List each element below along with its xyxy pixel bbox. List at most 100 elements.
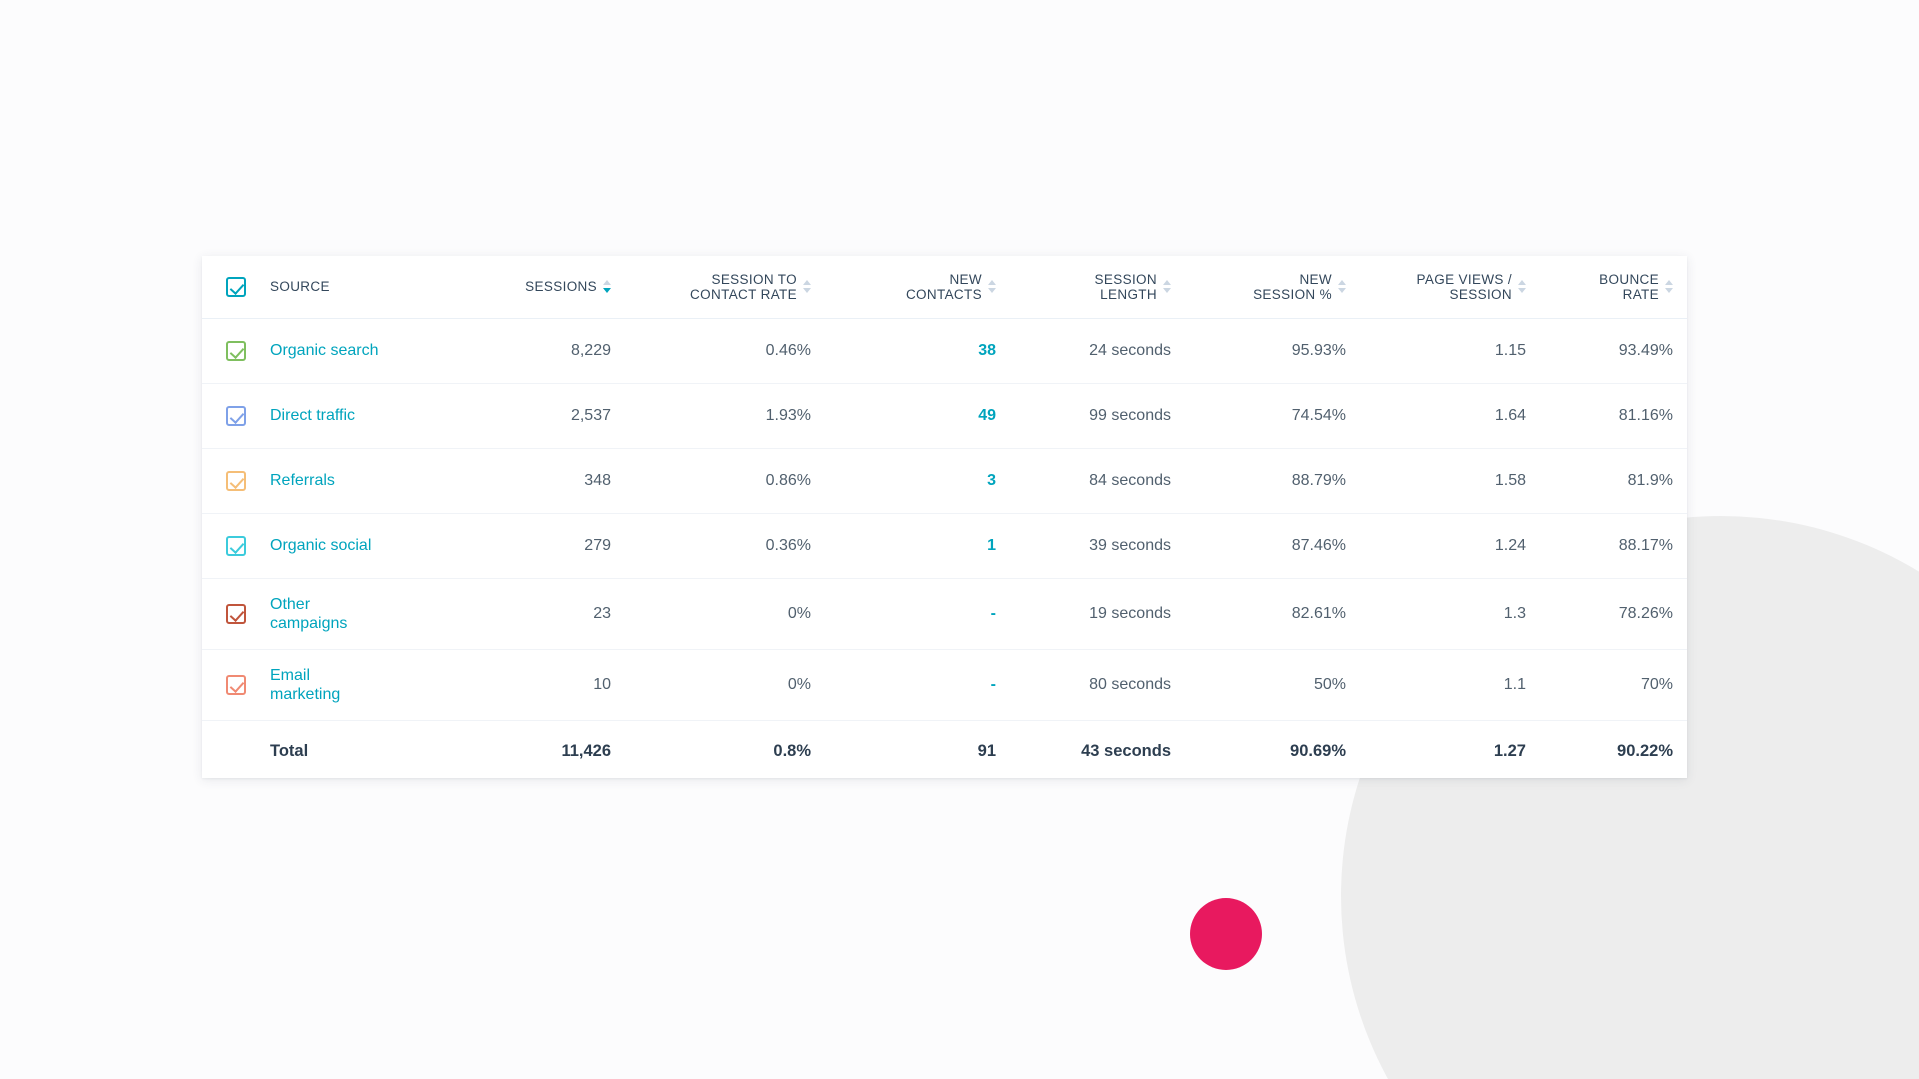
table-header: SOURCE SESSIONS SESSION TOCONTACT RATE	[202, 256, 1687, 319]
header-row: SOURCE SESSIONS SESSION TOCONTACT RATE	[202, 256, 1687, 319]
source-link[interactable]: Organic search	[270, 341, 379, 360]
row-select-cell	[202, 448, 270, 514]
column-header-new-contacts[interactable]: NEW CONTACTS	[825, 256, 1010, 319]
sort-arrows-session-length-icon[interactable]	[1163, 280, 1171, 294]
table-body: Organic search 8,229 0.46% 38 24 seconds 95.9…	[202, 318, 1687, 778]
row-select-cell	[202, 318, 270, 384]
sessions-cell: 279	[445, 513, 625, 579]
table-row[interactable]: Email marketing 10 0% -80 seconds 50% 1.1 70%	[202, 649, 1687, 721]
sort-arrows-page-views-per-session-icon[interactable]	[1518, 280, 1526, 294]
new-session-percent-cell: 50%	[1185, 649, 1360, 721]
column-header-sessions[interactable]: SESSIONS	[445, 256, 625, 319]
column-header-source[interactable]: SOURCE	[270, 256, 445, 319]
sessions-cell: 10	[445, 649, 625, 721]
table-row[interactable]: Direct traffic 2,537 1.93% 49 99 seconds 74.5…	[202, 383, 1687, 449]
column-header-source-label: SOURCE	[270, 279, 330, 295]
row-select-cell	[202, 513, 270, 579]
sort-ascending-arrow-icon	[1665, 280, 1673, 286]
source-cell: Other campaigns	[270, 578, 445, 650]
session-length-cell: 39 seconds	[1010, 513, 1185, 579]
table-row[interactable]: Organic search 8,229 0.46% 38 24 seconds 95.9…	[202, 318, 1687, 384]
sessions-cell: 23	[445, 578, 625, 650]
sort-descending-arrow-icon	[1338, 288, 1346, 294]
new-session-percent-cell: 74.54%	[1185, 383, 1360, 449]
total-session-to-contact-rate-cell: 0.8%	[773, 741, 811, 760]
total-new-contacts-cell: 91	[977, 741, 996, 760]
sort-ascending-arrow-icon	[803, 280, 811, 286]
new-session-percent-cell: 82.61%	[1185, 578, 1360, 650]
bounce-rate-cell: 81.9%	[1540, 448, 1687, 514]
new-contacts-value[interactable]: 1	[987, 537, 996, 554]
sort-descending-arrow-icon	[1665, 288, 1673, 294]
row-select-checkbox[interactable]	[226, 674, 246, 695]
column-header-session-to-contact-rate[interactable]: SESSION TO CONTACT RATE	[625, 256, 825, 319]
row-select-cell	[202, 383, 270, 449]
source-link[interactable]: Direct traffic	[270, 406, 355, 425]
traffic-sources-table-card: SOURCE SESSIONS SESSION TOCONTACT RATE	[202, 256, 1687, 778]
session-to-contact-rate-cell: 0%	[625, 649, 825, 721]
total-session-length-cell: 43 seconds	[1081, 741, 1171, 760]
sort-descending-arrow-icon	[803, 288, 811, 294]
total-new-session-percent-cell: 90.69%	[1290, 741, 1346, 760]
source-link[interactable]: Organic social	[270, 536, 371, 555]
new-contacts-value[interactable]: -	[991, 605, 996, 622]
new-contacts-value[interactable]: -	[991, 676, 996, 693]
session-to-contact-rate-cell: 1.93%	[625, 383, 825, 449]
select-all-header-cell	[202, 256, 270, 319]
bounce-rate-cell: 93.49%	[1540, 318, 1687, 384]
row-select-checkbox[interactable]	[226, 405, 246, 426]
column-header-page-views-per-session[interactable]: PAGE VIEWS / SESSION	[1360, 256, 1540, 319]
table-row[interactable]: Other campaigns 23 0% -19 seconds 82.61% 1.3 78…	[202, 578, 1687, 650]
new-session-percent-cell: 87.46%	[1185, 513, 1360, 579]
sessions-cell: 348	[445, 448, 625, 514]
session-to-contact-rate-cell: 0%	[625, 578, 825, 650]
row-select-checkbox[interactable]	[226, 603, 246, 624]
session-length-cell: 24 seconds	[1010, 318, 1185, 384]
new-contacts-value[interactable]: 38	[978, 342, 996, 359]
select-all-checkbox[interactable]	[226, 276, 246, 297]
column-header-new-session-percent[interactable]: NEW SESSION %	[1185, 256, 1360, 319]
sort-ascending-arrow-icon	[1338, 280, 1346, 286]
table-row[interactable]: Organic social 279 0.36% 1 39 seconds 87.46% 1…	[202, 513, 1687, 579]
sort-ascending-arrow-icon	[1163, 280, 1171, 286]
row-select-checkbox[interactable]	[226, 470, 246, 491]
sort-arrows-bounce-rate-icon[interactable]	[1665, 280, 1673, 294]
session-length-cell: 19 seconds	[1010, 578, 1185, 650]
session-length-cell: 80 seconds	[1010, 649, 1185, 721]
source-cell: Organic social	[270, 513, 445, 579]
bounce-rate-cell: 88.17%	[1540, 513, 1687, 579]
column-header-new-contacts-label: NEW CONTACTS	[905, 271, 982, 302]
new-contacts-cell: -	[825, 578, 1010, 650]
total-sessions-cell: 11,426	[561, 741, 611, 760]
sort-arrows-sessions-icon[interactable]	[603, 280, 611, 294]
column-header-session-length[interactable]: SESSION LENGTH	[1010, 256, 1185, 319]
sort-descending-arrow-icon	[1163, 288, 1171, 294]
sort-arrows-session-to-contact-rate-icon[interactable]	[803, 280, 811, 294]
total-label-cell: Total	[270, 741, 309, 760]
column-header-sessions-label: SESSIONS	[525, 279, 597, 295]
session-to-contact-rate-cell: 0.36%	[625, 513, 825, 579]
row-select-cell	[202, 649, 270, 721]
new-session-percent-cell: 95.93%	[1185, 318, 1360, 384]
sort-descending-arrow-icon	[988, 288, 996, 294]
page-views-per-session-cell: 1.64	[1360, 383, 1540, 449]
source-link[interactable]: Referrals	[270, 471, 335, 490]
sort-arrows-new-contacts-icon[interactable]	[988, 280, 996, 294]
sort-arrows-new-session-percent-icon[interactable]	[1338, 280, 1346, 294]
page-views-per-session-cell: 1.15	[1360, 318, 1540, 384]
table-row[interactable]: Referrals 348 0.86% 3 84 seconds 88.79% 1.58 81…	[202, 448, 1687, 514]
bounce-rate-cell: 81.16%	[1540, 383, 1687, 449]
column-header-bounce-rate[interactable]: BOUNCE RATE	[1540, 256, 1687, 319]
new-contacts-cell: -	[825, 649, 1010, 721]
new-contacts-value[interactable]: 3	[987, 472, 996, 489]
total-select-cell	[202, 720, 270, 778]
new-contacts-value[interactable]: 49	[978, 407, 996, 424]
row-select-checkbox[interactable]	[226, 535, 246, 556]
source-link[interactable]: Other campaigns	[270, 595, 347, 633]
sessions-cell: 8,229	[445, 318, 625, 384]
total-bounce-rate-cell: 90.22%	[1617, 741, 1673, 760]
source-link[interactable]: Email marketing	[270, 666, 340, 704]
traffic-sources-table: SOURCE SESSIONS SESSION TOCONTACT RATE	[202, 256, 1687, 778]
row-select-checkbox[interactable]	[226, 340, 246, 361]
new-contacts-cell: 1	[825, 513, 1010, 579]
